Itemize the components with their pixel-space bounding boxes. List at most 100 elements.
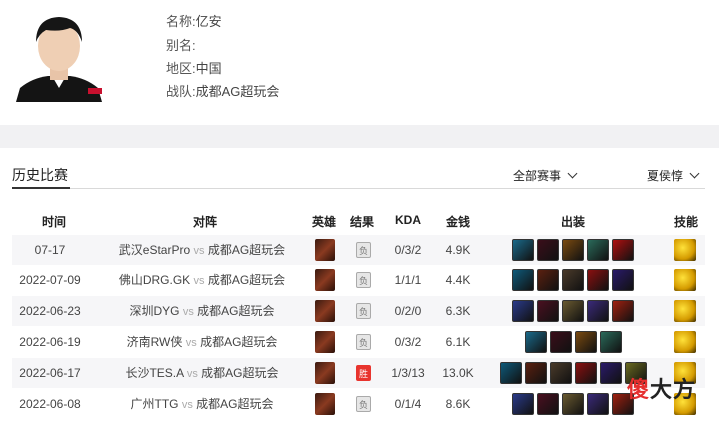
summoner-skill-icon[interactable] [674,239,696,261]
equipment-item-icon[interactable] [524,362,547,384]
summoner-skill-icon[interactable] [674,269,696,291]
hero-portrait-icon[interactable] [315,300,335,322]
equipment-item-icon[interactable] [599,331,622,353]
player-profile: 名称:亿安 别名: 地区:中国 战队:成都AG超玩会 [0,0,719,125]
item-build [512,300,634,322]
match-date: 07-17 [34,243,66,257]
match-date: 2022-06-23 [19,304,81,318]
summoner-skill-icon[interactable] [674,331,696,353]
equipment-item-icon[interactable] [537,300,559,322]
chevron-down-icon [689,168,700,179]
gold-value: 6.3K [445,304,471,318]
equipment-item-icon[interactable] [512,239,534,261]
equipment-item-icon[interactable] [512,300,534,322]
match-date: 2022-06-08 [19,397,81,411]
tab-match-history[interactable]: 历史比赛 [12,165,68,185]
hero-portrait-icon[interactable] [315,331,335,353]
watermark-part1: 傻 [627,377,651,402]
name-value: 亿安 [195,14,222,29]
name-label: 名称: [166,14,196,29]
equipment-item-icon[interactable] [587,393,609,415]
match-history-section: 历史比赛 全部赛事 夏侯惇 时间 对阵 英雄 结果 KDA 金钱 出装 技能 0… [0,148,719,425]
hero-filter-label: 夏侯惇 [647,169,684,183]
team-away: 成都AG超玩会 [200,335,278,349]
equipment-item-icon[interactable] [612,300,634,322]
gold-value: 4.9K [445,243,471,257]
hero-portrait-icon[interactable] [315,269,335,291]
team-away: 成都AG超玩会 [201,366,279,380]
equipment-item-icon[interactable] [524,331,547,353]
kda-value: 0/3/2 [394,243,422,257]
vs-label: vs [193,245,205,257]
hero-portrait-icon[interactable] [315,239,335,261]
equipment-item-icon[interactable] [499,362,522,384]
team-home: 武汉eStarPro [118,243,191,257]
summoner-skill-icon[interactable] [674,300,696,322]
equipment-item-icon[interactable] [512,269,534,291]
table-row[interactable]: 2022-07-09 佛山DRG.GK vs 成都AG超玩会 负 1/1/1 4.4K [12,265,705,295]
kda-value: 1/3/13 [391,366,425,380]
col-result: 结果 [349,215,374,229]
equipment-item-icon[interactable] [574,331,597,353]
profile-alias-row: 别名: [166,35,196,54]
result-badge: 负 [356,334,371,350]
match-teams[interactable]: 长沙TES.A vs 成都AG超玩会 [102,358,302,388]
team-away: 成都AG超玩会 [197,304,275,318]
match-teams[interactable]: 佛山DRG.GK vs 成都AG超玩会 [102,265,302,295]
table-row[interactable]: 2022-06-19 济南RW侠 vs 成都AG超玩会 负 0/3/2 6.1K [12,327,705,357]
match-date: 2022-06-17 [19,366,81,380]
table-row[interactable]: 2022-06-17 长沙TES.A vs 成都AG超玩会 胜 1/3/13 13.0K [12,358,705,388]
equipment-item-icon[interactable] [549,331,572,353]
hero-portrait-icon[interactable] [315,393,335,415]
equipment-item-icon[interactable] [587,239,609,261]
event-filter-label: 全部赛事 [513,169,562,183]
equipment-item-icon[interactable] [612,239,634,261]
hero-portrait-icon[interactable] [315,362,335,384]
watermark-part2: 大方 [650,377,697,402]
equipment-item-icon[interactable] [587,300,609,322]
profile-region-row: 地区:中国 [166,58,222,77]
profile-team-row: 战队:成都AG超玩会 [166,81,279,100]
col-match: 对阵 [192,215,217,229]
equipment-item-icon[interactable] [512,393,534,415]
equipment-item-icon[interactable] [587,269,609,291]
event-filter-dropdown[interactable]: 全部赛事 [513,167,578,184]
equipment-item-icon[interactable] [562,300,584,322]
equipment-item-icon[interactable] [562,239,584,261]
profile-name-row: 名称:亿安 [166,11,222,30]
equipment-item-icon[interactable] [562,393,584,415]
item-build [499,362,647,384]
col-hero: 英雄 [311,215,336,229]
table-row[interactable]: 2022-06-08 广州TTG vs 成都AG超玩会 负 0/1/4 8.6K [12,389,705,419]
col-date: 时间 [41,215,66,229]
region-value: 中国 [195,61,222,76]
equipment-item-icon[interactable] [537,393,559,415]
equipment-item-icon[interactable] [562,269,584,291]
equipment-item-icon[interactable] [574,362,597,384]
result-badge: 负 [356,396,371,412]
item-build [512,393,634,415]
match-teams[interactable]: 广州TTG vs 成都AG超玩会 [102,389,302,419]
table-row[interactable]: 07-17 武汉eStarPro vs 成都AG超玩会 负 0/3/2 4.9K [12,235,705,265]
section-divider [0,125,719,148]
equipment-item-icon[interactable] [599,362,622,384]
hero-filter-dropdown[interactable]: 夏侯惇 [647,167,700,184]
equipment-item-icon[interactable] [612,269,634,291]
result-badge: 负 [356,303,371,319]
tab-divider [12,188,705,189]
col-gold: 金钱 [445,215,470,229]
equipment-item-icon[interactable] [549,362,572,384]
match-teams[interactable]: 济南RW侠 vs 成都AG超玩会 [102,327,302,357]
result-badge: 负 [356,272,371,288]
team-home: 佛山DRG.GK [118,273,191,287]
watermark: 傻大方 [627,372,696,404]
match-teams[interactable]: 武汉eStarPro vs 成都AG超玩会 [102,235,302,265]
equipment-item-icon[interactable] [537,269,559,291]
table-row[interactable]: 2022-06-23 深圳DYG vs 成都AG超玩会 负 0/2/0 6.3K [12,296,705,326]
gold-value: 6.1K [445,335,471,349]
equipment-item-icon[interactable] [537,239,559,261]
team-home: 广州TTG [130,397,179,411]
gold-value: 4.4K [445,273,471,287]
team-away: 成都AG超玩会 [196,397,274,411]
match-teams[interactable]: 深圳DYG vs 成都AG超玩会 [102,296,302,326]
